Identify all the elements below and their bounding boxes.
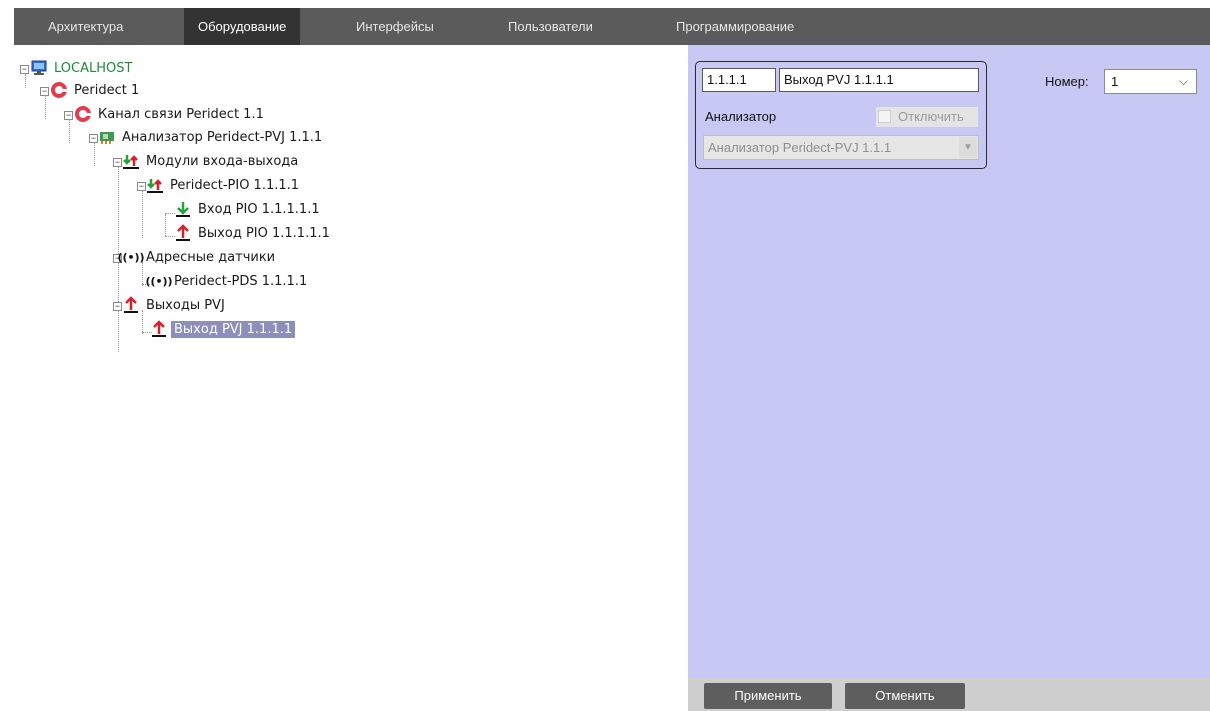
- sensor-icon: ((•)): [117, 250, 145, 264]
- tree-node-pio[interactable]: Peridect-PIO 1.1.1.1: [146, 174, 302, 196]
- tree-line: [142, 190, 143, 238]
- analyzer-select: Анализатор Peridect-PVJ 1.1.1 ▼: [703, 135, 979, 160]
- cropped-heading: [0, 0, 1210, 8]
- tree-node-peridect[interactable]: Peridect 1: [50, 79, 142, 101]
- tree-node-pds[interactable]: ((•)) Peridect-PDS 1.1.1.1: [145, 270, 310, 292]
- tab-interfaces[interactable]: Интерфейсы: [342, 8, 448, 45]
- tree-node-pvj-outputs[interactable]: Выходы PVJ: [122, 294, 228, 316]
- tab-equipment[interactable]: Оборудование: [184, 8, 301, 45]
- output-arrow-icon: [150, 320, 168, 338]
- tree-node-analyzer[interactable]: Анализатор Peridect-PVJ 1.1.1: [98, 126, 325, 148]
- main-tabbar: Архитектура Оборудование Интерфейсы Поль…: [14, 8, 1210, 45]
- collapse-toggle[interactable]: −: [137, 182, 146, 191]
- tree-line: [94, 142, 95, 166]
- object-id-field[interactable]: 1.1.1.1: [702, 68, 776, 92]
- tree-node-address-sensors[interactable]: ((•)) Адресные датчики: [117, 246, 278, 268]
- input-arrow-icon: [174, 200, 192, 218]
- input-output-icon: [146, 176, 164, 194]
- cancel-button[interactable]: Отменить: [845, 683, 965, 709]
- tab-architecture[interactable]: Архитектура: [34, 8, 137, 45]
- number-select[interactable]: 1 ⌵: [1104, 69, 1197, 94]
- checkbox-box[interactable]: [878, 110, 891, 123]
- analyzer-label: Анализатор: [705, 109, 777, 124]
- collapse-toggle[interactable]: −: [20, 65, 29, 74]
- tree-node-localhost[interactable]: LOCALHOST: [30, 57, 135, 79]
- disable-checkbox[interactable]: Отключить: [876, 107, 978, 127]
- chevron-down-icon: ⌵: [1178, 74, 1188, 88]
- collapse-toggle[interactable]: −: [64, 111, 73, 120]
- chevron-down-icon: ▼: [959, 137, 977, 158]
- sensor-icon: ((•)): [145, 274, 173, 288]
- tab-programming[interactable]: Программирование: [662, 8, 808, 45]
- tab-users[interactable]: Пользователи: [494, 8, 607, 45]
- collapse-toggle[interactable]: −: [113, 158, 122, 167]
- tree-node-pvj-output[interactable]: Выход PVJ 1.1.1.1: [150, 318, 296, 340]
- number-label: Номер:: [1045, 74, 1089, 89]
- circuit-board-icon: [98, 128, 116, 146]
- computer-icon: [30, 59, 48, 77]
- output-arrow-icon: [174, 224, 192, 242]
- tree-node-channel[interactable]: Канал связи Peridect 1.1: [74, 103, 267, 125]
- apply-button[interactable]: Применить: [704, 683, 832, 709]
- collapse-toggle[interactable]: −: [113, 302, 122, 311]
- tree-line: [69, 119, 70, 143]
- number-select-value: 1: [1111, 74, 1119, 89]
- object-name-field[interactable]: Выход PVJ 1.1.1.1: [779, 68, 979, 92]
- disable-label: Отключить: [898, 109, 964, 124]
- tree-node-pio-output[interactable]: Выход PIO 1.1.1.1.1: [174, 222, 333, 244]
- output-arrow-icon: [122, 296, 140, 314]
- collapse-toggle[interactable]: −: [40, 87, 49, 96]
- tree-node-io-modules[interactable]: Модули входа-выхода: [122, 150, 301, 172]
- tree-node-pio-input[interactable]: Вход PIO 1.1.1.1.1: [174, 198, 323, 220]
- tree-line: [45, 95, 46, 119]
- tree-line: [165, 214, 166, 236]
- tree-line: [25, 74, 26, 88]
- collapse-toggle[interactable]: −: [89, 134, 98, 143]
- analyzer-select-value: Анализатор Peridect-PVJ 1.1.1: [708, 140, 892, 155]
- input-output-icon: [122, 152, 140, 170]
- peridect-logo-icon: [50, 81, 68, 99]
- peridect-logo-icon: [74, 105, 92, 123]
